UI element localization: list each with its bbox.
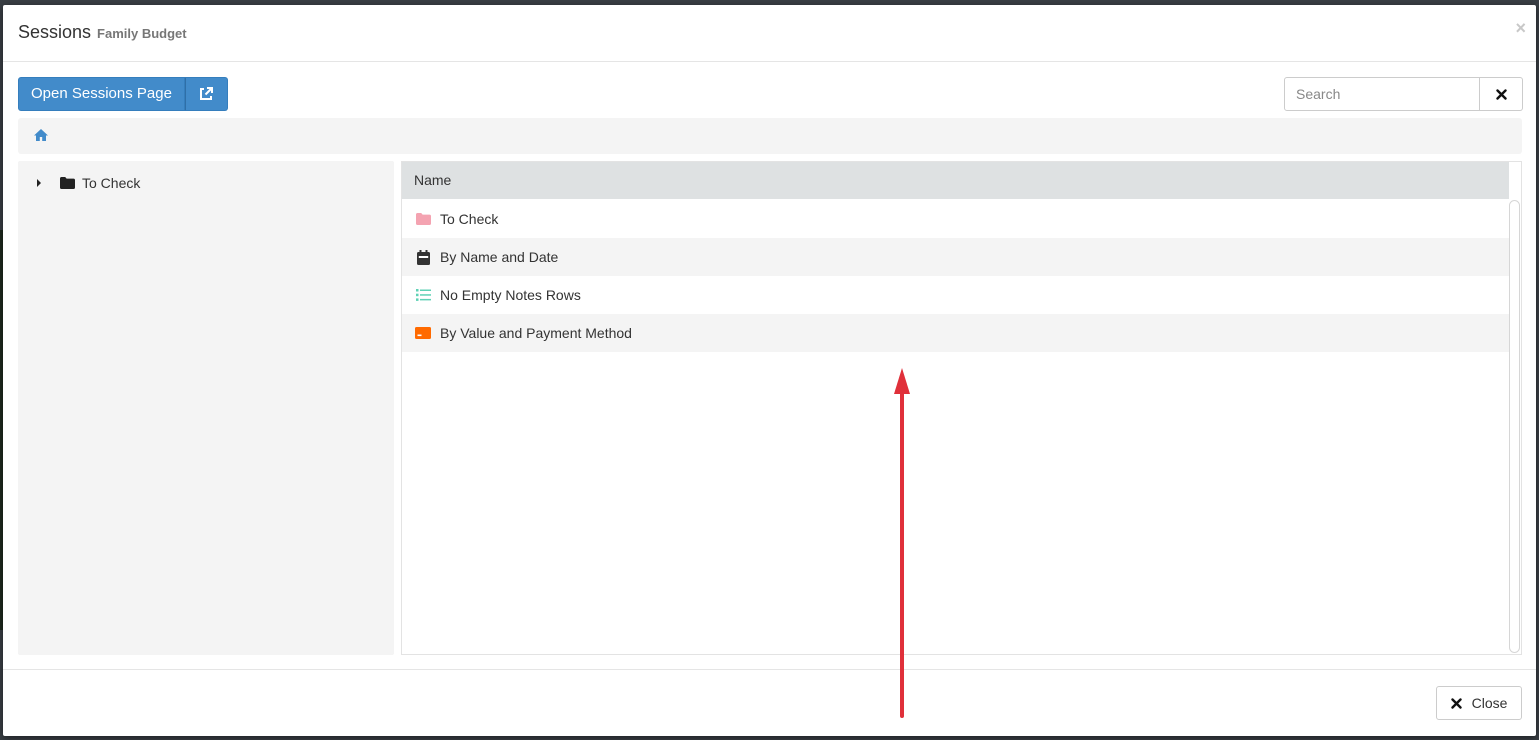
modal-close-icon[interactable]: × [1515,19,1526,37]
open-sessions-external-button[interactable] [184,77,228,111]
close-button[interactable]: Close [1436,686,1522,720]
folder-tree-panel: To Check [18,161,394,655]
list-scrollbar[interactable] [1509,200,1520,653]
list-icon [415,287,431,303]
close-icon [1495,88,1507,100]
modal-subtitle: Family Budget [97,26,187,41]
folder-icon [60,177,75,189]
annotation-arrow-icon [894,368,910,718]
modal-header: Sessions Family Budget × [3,5,1536,62]
folder-icon [415,211,431,227]
list-item-by-value-and-payment-method[interactable]: By Value and Payment Method [402,314,1509,352]
list-item-to-check[interactable]: To Check [402,200,1509,238]
close-icon [1450,697,1462,709]
search-group [1284,77,1523,111]
search-clear-button[interactable] [1480,77,1523,111]
open-sessions-button-group: Open Sessions Page [18,77,228,111]
list-item-label: No Empty Notes Rows [440,287,581,303]
modal-title: Sessions Family Budget [18,22,187,43]
calendar-icon [415,249,431,265]
sessions-modal: Sessions Family Budget × Open Sessions Pa… [3,5,1536,736]
list-item-by-name-and-date[interactable]: By Name and Date [402,238,1509,276]
search-input[interactable] [1284,77,1480,111]
modal-footer: Close [3,669,1536,736]
list-item-label: By Name and Date [440,249,559,265]
close-button-label: Close [1471,695,1508,711]
tree-item-label: To Check [82,175,141,191]
session-list-panel: Name To Check By Name and Date No Empty … [401,161,1522,655]
column-header-name[interactable]: Name [402,162,1509,199]
list-item-label: By Value and Payment Method [440,325,632,341]
external-link-icon [200,87,214,100]
list-item-label: To Check [440,211,499,227]
home-icon[interactable] [33,127,49,143]
breadcrumb [18,118,1522,154]
modal-title-text: Sessions [18,22,92,42]
tree-item-to-check[interactable]: To Check [36,173,140,193]
card-icon [415,325,431,341]
caret-right-icon[interactable] [36,178,46,188]
list-item-no-empty-notes-rows[interactable]: No Empty Notes Rows [402,276,1509,314]
open-sessions-page-button[interactable]: Open Sessions Page [18,77,185,111]
